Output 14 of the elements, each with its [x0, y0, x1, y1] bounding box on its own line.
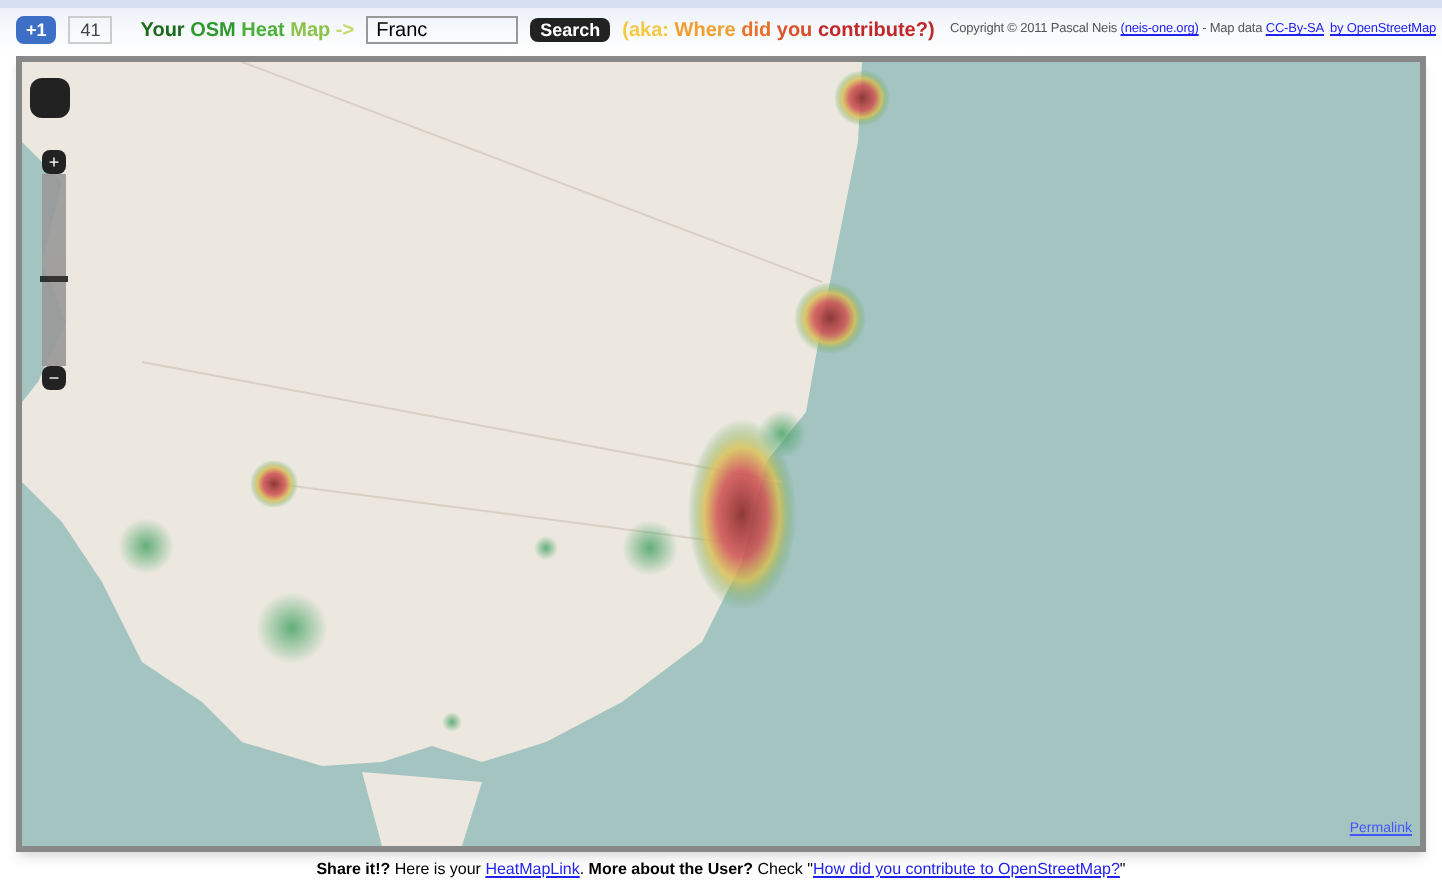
search-button[interactable]: Search: [530, 18, 611, 42]
link[interactable]: HeatMapLink: [485, 860, 580, 878]
zoom-slider[interactable]: [42, 174, 66, 366]
footer-text: Share it!? Here is your HeatMapLink. More about the User? Check "How did you contribute to OpenStreetMap?": [316, 858, 1126, 882]
tagline: (aka: Where did you contribute?): [622, 17, 935, 45]
zoom-out-button[interactable]: −: [42, 366, 66, 390]
pan-control[interactable]: [30, 78, 70, 118]
plus-one-button[interactable]: +1: [16, 16, 57, 44]
link[interactable]: How did you contribute to OpenStreetMap?: [813, 860, 1120, 878]
zoom-in-button[interactable]: +: [42, 150, 66, 174]
search-field[interactable]: Franc: [366, 16, 519, 44]
app-title: Your OSM Heat Map ->: [140, 17, 355, 45]
share-count: 41: [68, 16, 113, 44]
zoom-slider-thumb[interactable]: [40, 276, 68, 283]
